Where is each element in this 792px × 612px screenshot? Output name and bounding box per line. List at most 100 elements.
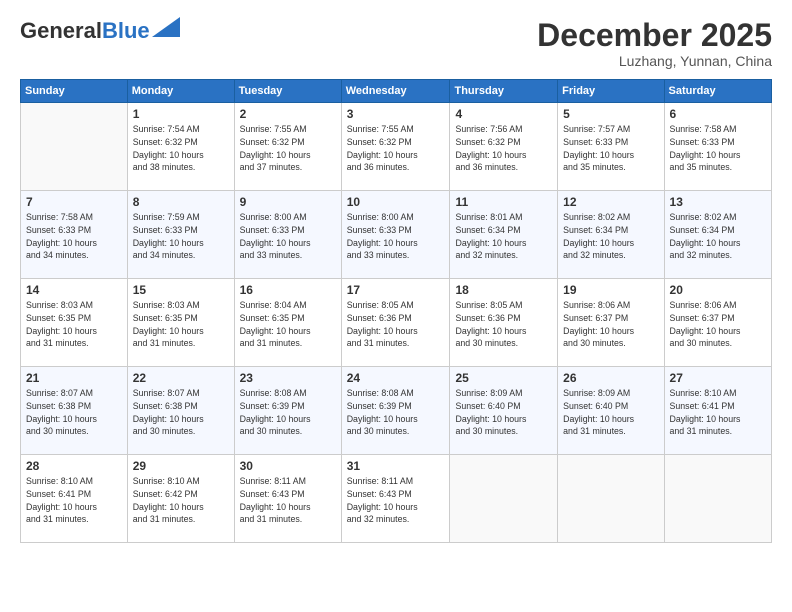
col-monday: Monday xyxy=(127,80,234,103)
day-info: Sunrise: 8:03 AM Sunset: 6:35 PM Dayligh… xyxy=(133,299,229,350)
month-title: December 2025 xyxy=(537,18,772,53)
logo: General Blue xyxy=(20,18,180,44)
day-number: 19 xyxy=(563,283,658,297)
day-info: Sunrise: 8:08 AM Sunset: 6:39 PM Dayligh… xyxy=(347,387,445,438)
day-info: Sunrise: 7:59 AM Sunset: 6:33 PM Dayligh… xyxy=(133,211,229,262)
day-number: 26 xyxy=(563,371,658,385)
calendar-table: Sunday Monday Tuesday Wednesday Thursday… xyxy=(20,79,772,543)
day-number: 17 xyxy=(347,283,445,297)
col-saturday: Saturday xyxy=(664,80,771,103)
col-thursday: Thursday xyxy=(450,80,558,103)
day-info: Sunrise: 8:03 AM Sunset: 6:35 PM Dayligh… xyxy=(26,299,122,350)
calendar-cell: 12 Sunrise: 8:02 AM Sunset: 6:34 PM Dayli… xyxy=(558,191,664,279)
day-number: 11 xyxy=(455,195,552,209)
calendar-cell: 31 Sunrise: 8:11 AM Sunset: 6:43 PM Dayli… xyxy=(341,455,450,543)
calendar-cell: 13 Sunrise: 8:02 AM Sunset: 6:34 PM Dayli… xyxy=(664,191,771,279)
calendar-cell: 3Sunrise: 7:55 AM Sunset: 6:32 PM Daylig… xyxy=(341,103,450,191)
calendar-cell: 6 Sunrise: 7:58 AM Sunset: 6:33 PM Daylig… xyxy=(664,103,771,191)
day-number: 12 xyxy=(563,195,658,209)
day-info: Sunrise: 8:08 AM Sunset: 6:39 PM Dayligh… xyxy=(240,387,336,438)
day-info: Sunrise: 8:09 AM Sunset: 6:40 PM Dayligh… xyxy=(455,387,552,438)
calendar-cell xyxy=(21,103,128,191)
title-block: December 2025 Luzhang, Yunnan, China xyxy=(537,18,772,69)
calendar-cell: 10 Sunrise: 8:00 AM Sunset: 6:33 PM Dayli… xyxy=(341,191,450,279)
calendar-cell: 18 Sunrise: 8:05 AM Sunset: 6:36 PM Dayli… xyxy=(450,279,558,367)
day-number: 4 xyxy=(455,107,552,121)
day-number: 22 xyxy=(133,371,229,385)
logo-text-blue: Blue xyxy=(102,18,150,44)
day-number: 27 xyxy=(670,371,766,385)
day-number: 21 xyxy=(26,371,122,385)
day-info: Sunrise: 8:06 AM Sunset: 6:37 PM Dayligh… xyxy=(563,299,658,350)
calendar-cell: 20Sunrise: 8:06 AM Sunset: 6:37 PM Dayli… xyxy=(664,279,771,367)
day-number: 2 xyxy=(240,107,336,121)
day-info: Sunrise: 7:54 AM Sunset: 6:32 PM Dayligh… xyxy=(133,123,229,174)
calendar-cell: 17Sunrise: 8:05 AM Sunset: 6:36 PM Dayli… xyxy=(341,279,450,367)
day-number: 15 xyxy=(133,283,229,297)
day-info: Sunrise: 8:00 AM Sunset: 6:33 PM Dayligh… xyxy=(347,211,445,262)
calendar-week-1: 1 Sunrise: 7:54 AM Sunset: 6:32 PM Daylig… xyxy=(21,103,772,191)
col-tuesday: Tuesday xyxy=(234,80,341,103)
calendar-cell: 21 Sunrise: 8:07 AM Sunset: 6:38 PM Dayli… xyxy=(21,367,128,455)
day-info: Sunrise: 8:07 AM Sunset: 6:38 PM Dayligh… xyxy=(26,387,122,438)
day-info: Sunrise: 8:11 AM Sunset: 6:43 PM Dayligh… xyxy=(347,475,445,526)
calendar-cell: 2 Sunrise: 7:55 AM Sunset: 6:32 PM Daylig… xyxy=(234,103,341,191)
calendar-cell: 19 Sunrise: 8:06 AM Sunset: 6:37 PM Dayli… xyxy=(558,279,664,367)
day-number: 28 xyxy=(26,459,122,473)
logo-text-general: General xyxy=(20,18,102,44)
day-info: Sunrise: 8:06 AM Sunset: 6:37 PM Dayligh… xyxy=(670,299,766,350)
day-info: Sunrise: 8:10 AM Sunset: 6:41 PM Dayligh… xyxy=(670,387,766,438)
day-info: Sunrise: 8:01 AM Sunset: 6:34 PM Dayligh… xyxy=(455,211,552,262)
header: General Blue December 2025 Luzhang, Yunn… xyxy=(20,18,772,69)
calendar-cell: 7Sunrise: 7:58 AM Sunset: 6:33 PM Daylig… xyxy=(21,191,128,279)
day-info: Sunrise: 8:10 AM Sunset: 6:42 PM Dayligh… xyxy=(133,475,229,526)
subtitle: Luzhang, Yunnan, China xyxy=(537,53,772,69)
calendar-cell: 16Sunrise: 8:04 AM Sunset: 6:35 PM Dayli… xyxy=(234,279,341,367)
calendar-cell: 30Sunrise: 8:11 AM Sunset: 6:43 PM Dayli… xyxy=(234,455,341,543)
day-number: 6 xyxy=(670,107,766,121)
calendar-cell xyxy=(664,455,771,543)
day-number: 1 xyxy=(133,107,229,121)
day-number: 13 xyxy=(670,195,766,209)
day-number: 8 xyxy=(133,195,229,209)
day-info: Sunrise: 7:55 AM Sunset: 6:32 PM Dayligh… xyxy=(240,123,336,174)
calendar-body: 1 Sunrise: 7:54 AM Sunset: 6:32 PM Daylig… xyxy=(21,103,772,543)
day-number: 24 xyxy=(347,371,445,385)
calendar-cell xyxy=(450,455,558,543)
calendar-cell: 24 Sunrise: 8:08 AM Sunset: 6:39 PM Dayli… xyxy=(341,367,450,455)
day-info: Sunrise: 8:07 AM Sunset: 6:38 PM Dayligh… xyxy=(133,387,229,438)
calendar-cell: 14 Sunrise: 8:03 AM Sunset: 6:35 PM Dayli… xyxy=(21,279,128,367)
calendar-cell: 28 Sunrise: 8:10 AM Sunset: 6:41 PM Dayli… xyxy=(21,455,128,543)
calendar-week-4: 21 Sunrise: 8:07 AM Sunset: 6:38 PM Dayli… xyxy=(21,367,772,455)
day-number: 31 xyxy=(347,459,445,473)
day-info: Sunrise: 7:58 AM Sunset: 6:33 PM Dayligh… xyxy=(670,123,766,174)
calendar-week-5: 28 Sunrise: 8:10 AM Sunset: 6:41 PM Dayli… xyxy=(21,455,772,543)
logo-icon xyxy=(152,17,180,37)
day-number: 18 xyxy=(455,283,552,297)
day-number: 10 xyxy=(347,195,445,209)
day-info: Sunrise: 8:00 AM Sunset: 6:33 PM Dayligh… xyxy=(240,211,336,262)
day-number: 16 xyxy=(240,283,336,297)
day-info: Sunrise: 8:02 AM Sunset: 6:34 PM Dayligh… xyxy=(670,211,766,262)
calendar-cell: 9Sunrise: 8:00 AM Sunset: 6:33 PM Daylig… xyxy=(234,191,341,279)
calendar-cell: 25Sunrise: 8:09 AM Sunset: 6:40 PM Dayli… xyxy=(450,367,558,455)
day-info: Sunrise: 7:56 AM Sunset: 6:32 PM Dayligh… xyxy=(455,123,552,174)
calendar-header: Sunday Monday Tuesday Wednesday Thursday… xyxy=(21,80,772,103)
calendar-cell: 29Sunrise: 8:10 AM Sunset: 6:42 PM Dayli… xyxy=(127,455,234,543)
calendar-cell: 23Sunrise: 8:08 AM Sunset: 6:39 PM Dayli… xyxy=(234,367,341,455)
calendar-cell: 27 Sunrise: 8:10 AM Sunset: 6:41 PM Dayli… xyxy=(664,367,771,455)
calendar-week-3: 14 Sunrise: 8:03 AM Sunset: 6:35 PM Dayli… xyxy=(21,279,772,367)
day-number: 5 xyxy=(563,107,658,121)
day-info: Sunrise: 8:10 AM Sunset: 6:41 PM Dayligh… xyxy=(26,475,122,526)
calendar-cell: 26 Sunrise: 8:09 AM Sunset: 6:40 PM Dayli… xyxy=(558,367,664,455)
calendar-cell xyxy=(558,455,664,543)
calendar-cell: 1 Sunrise: 7:54 AM Sunset: 6:32 PM Daylig… xyxy=(127,103,234,191)
day-info: Sunrise: 8:05 AM Sunset: 6:36 PM Dayligh… xyxy=(455,299,552,350)
day-info: Sunrise: 8:02 AM Sunset: 6:34 PM Dayligh… xyxy=(563,211,658,262)
header-row: Sunday Monday Tuesday Wednesday Thursday… xyxy=(21,80,772,103)
day-info: Sunrise: 7:58 AM Sunset: 6:33 PM Dayligh… xyxy=(26,211,122,262)
day-info: Sunrise: 8:09 AM Sunset: 6:40 PM Dayligh… xyxy=(563,387,658,438)
day-number: 14 xyxy=(26,283,122,297)
day-info: Sunrise: 8:11 AM Sunset: 6:43 PM Dayligh… xyxy=(240,475,336,526)
col-friday: Friday xyxy=(558,80,664,103)
